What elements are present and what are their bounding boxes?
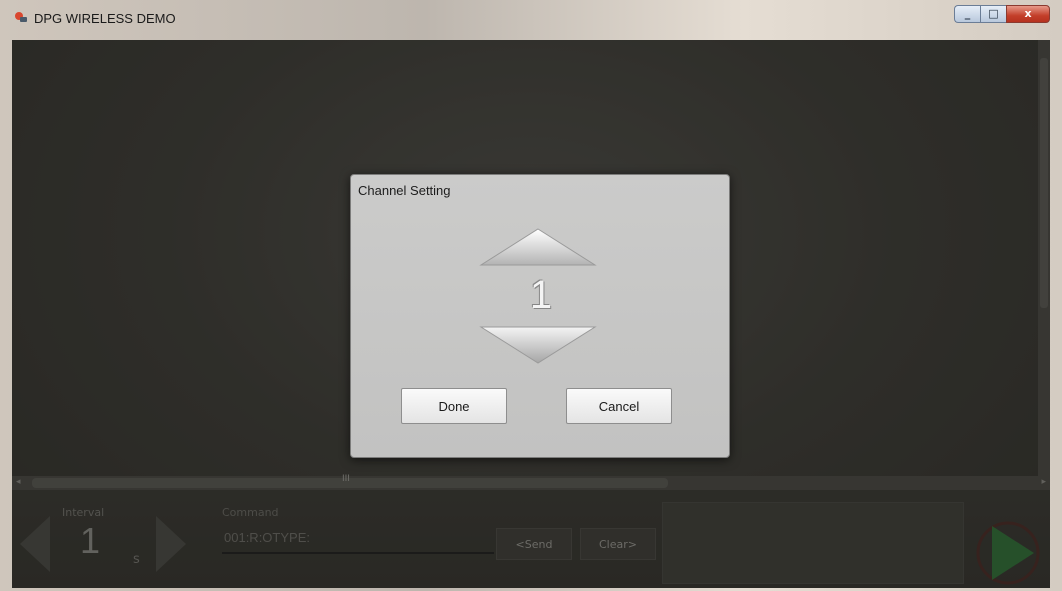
dialog-title: Channel Setting <box>358 183 451 198</box>
maximize-icon: □ <box>988 7 999 20</box>
close-button[interactable]: x <box>1006 5 1050 23</box>
close-icon: x <box>1024 7 1032 20</box>
channel-setting-dialog: Channel Setting 1 Done Cancel <box>350 174 730 458</box>
maximize-button[interactable]: □ <box>980 5 1006 23</box>
minimize-icon: _ <box>964 7 971 20</box>
minimize-button[interactable]: _ <box>954 5 980 23</box>
cancel-button[interactable]: Cancel <box>566 388 672 424</box>
title-bar[interactable]: DPG WIRELESS DEMO _ □ x <box>0 0 1062 40</box>
window-controls: _ □ x <box>954 5 1050 23</box>
channel-value: 1 <box>529 273 553 317</box>
window-title: DPG WIRELESS DEMO <box>34 11 176 26</box>
done-button[interactable]: Done <box>401 388 507 424</box>
triangle-up-icon[interactable] <box>479 227 597 267</box>
app-window: DPG WIRELESS DEMO _ □ x ◂ III ▸ Interval… <box>0 0 1062 591</box>
triangle-down-icon[interactable] <box>479 325 597 365</box>
app-icon <box>15 12 27 22</box>
